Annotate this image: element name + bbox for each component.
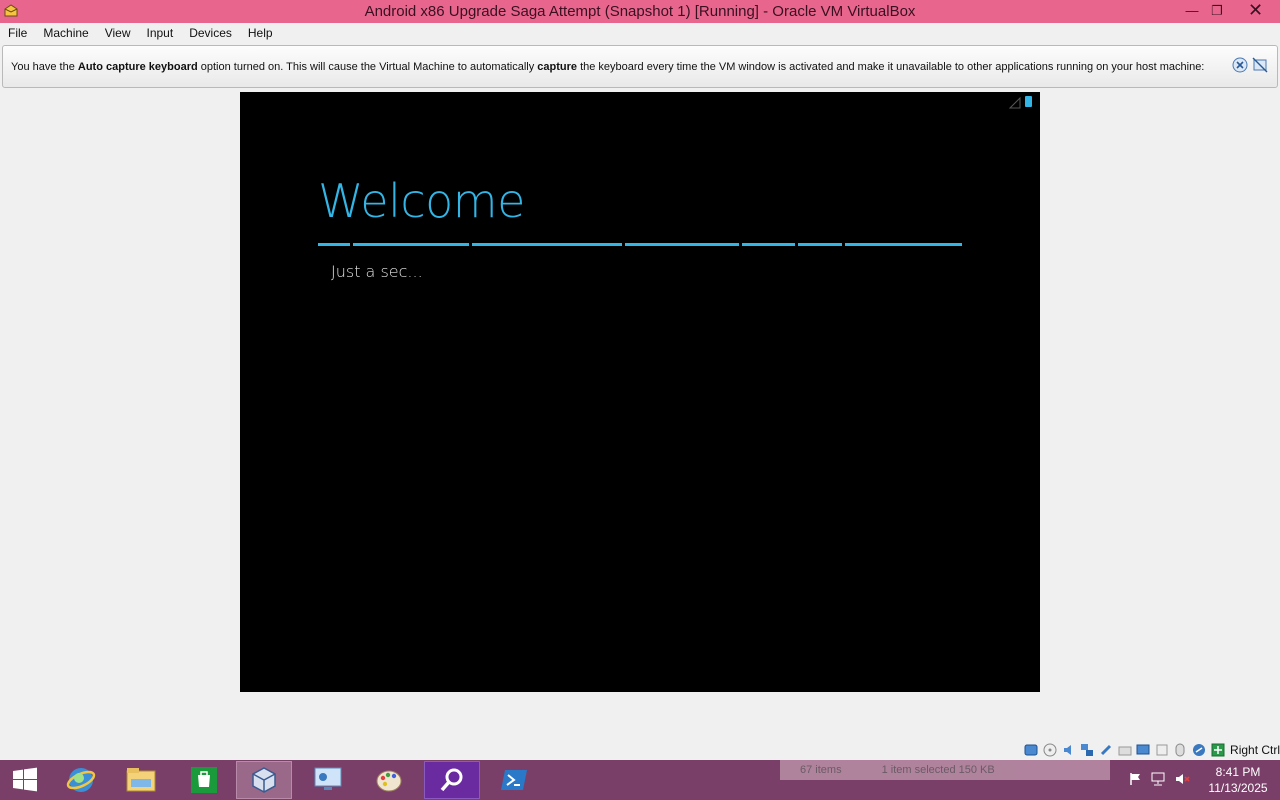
network-tray-icon[interactable] — [1150, 771, 1166, 790]
vm-status-bar: Right Ctrl — [1024, 741, 1280, 759]
maximize-button[interactable]: ❐ — [1205, 0, 1229, 21]
search-app-icon — [440, 768, 463, 792]
powershell-button[interactable] — [486, 761, 542, 799]
system-tray — [1128, 760, 1190, 800]
windows-logo-icon — [13, 767, 37, 792]
close-button[interactable]: ✕ — [1233, 0, 1278, 21]
cpu-icon[interactable] — [1210, 743, 1225, 758]
search-app-button[interactable] — [424, 761, 480, 799]
welcome-title: Welcome — [318, 174, 525, 228]
shared-folders-icon[interactable] — [1117, 743, 1132, 758]
remote-desktop-icon — [314, 767, 342, 790]
minimize-button[interactable]: — — [1180, 0, 1204, 21]
virtualbox-button[interactable] — [236, 761, 292, 799]
keyboard-capture-icon[interactable] — [1192, 743, 1207, 758]
network-icon[interactable] — [1080, 743, 1095, 758]
file-explorer-icon — [126, 768, 156, 792]
do-not-show-icon[interactable] — [1252, 57, 1268, 73]
internet-explorer-button[interactable] — [53, 761, 109, 799]
powershell-icon — [501, 770, 527, 790]
loading-message: Just a sec... — [331, 262, 423, 281]
signal-icon — [1009, 97, 1021, 109]
window-titlebar[interactable]: Android x86 Upgrade Saga Attempt (Snapsh… — [0, 0, 1280, 23]
store-button[interactable] — [176, 761, 232, 799]
usb-icon[interactable] — [1099, 743, 1114, 758]
explorer-status-ghost: 67 items 1 item selected 150 KB — [780, 760, 1110, 780]
window-title: Android x86 Upgrade Saga Attempt (Snapsh… — [364, 3, 916, 20]
menu-bar: File Machine View Input Devices Help — [0, 23, 1280, 44]
windows-taskbar: 67 items 1 item selected 150 KB 8:41 PM … — [0, 760, 1280, 800]
notice-text: You have the Auto capture keyboard optio… — [11, 60, 1205, 73]
menu-input[interactable]: Input — [139, 23, 182, 44]
taskbar-clock[interactable]: 8:41 PM 11/13/2025 — [1200, 764, 1276, 796]
clock-time: 8:41 PM — [1215, 765, 1261, 779]
mouse-integration-icon[interactable] — [1173, 743, 1188, 758]
paint-icon — [376, 770, 402, 792]
store-icon — [191, 767, 217, 793]
host-key-label[interactable]: Right Ctrl — [1230, 743, 1280, 757]
action-center-flag-icon[interactable] — [1128, 771, 1142, 790]
hard-disk-icon[interactable] — [1024, 743, 1039, 758]
menu-machine[interactable]: Machine — [35, 23, 96, 44]
display-icon[interactable] — [1136, 743, 1151, 758]
remote-desktop-button[interactable] — [300, 761, 356, 799]
menu-devices[interactable]: Devices — [181, 23, 240, 44]
optical-drive-icon[interactable] — [1043, 743, 1058, 758]
vm-display[interactable]: Welcome Just a sec... — [240, 92, 1040, 692]
internet-explorer-icon — [66, 768, 96, 792]
start-button[interactable] — [0, 761, 50, 799]
volume-muted-icon[interactable] — [1174, 771, 1190, 790]
close-notice-icon[interactable] — [1232, 57, 1248, 73]
menu-view[interactable]: View — [97, 23, 139, 44]
video-capture-icon[interactable] — [1154, 743, 1169, 758]
welcome-divider — [318, 243, 962, 247]
auto-capture-notice: You have the Auto capture keyboard optio… — [2, 45, 1278, 88]
menu-help[interactable]: Help — [240, 23, 281, 44]
virtualbox-icon — [252, 767, 276, 793]
virtualbox-app-icon — [3, 3, 19, 19]
battery-icon — [1025, 96, 1032, 107]
menu-file[interactable]: File — [0, 23, 35, 44]
file-explorer-button[interactable] — [113, 761, 169, 799]
paint-button[interactable] — [362, 761, 418, 799]
audio-icon[interactable] — [1061, 743, 1076, 758]
clock-date: 11/13/2025 — [1208, 781, 1268, 795]
